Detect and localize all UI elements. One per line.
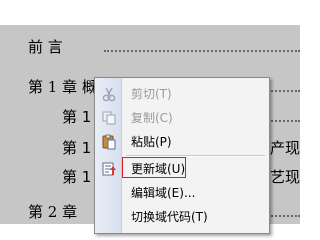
toc-chapter2-title[interactable]: 第 2 章 [28,201,77,222]
toc-leader-dots [268,90,300,92]
menu-item-label: 粘贴(P) [131,135,172,149]
menu-item-edit-field[interactable]: 编辑域(E)... [95,182,269,204]
menu-item-cut[interactable]: 剪切(T) [95,83,269,105]
context-menu: 剪切(T) 复制(C) 粘贴(P) 更新域(U) 编辑域(E)... 切换域代码… [94,77,270,234]
menu-item-label: 复制(C) [131,111,173,125]
toc-leader-dots [268,120,300,122]
toc-leader-dots [104,50,300,52]
toc-section-1[interactable]: 第 1 [62,106,91,127]
toc-section-3[interactable]: 第 1 [62,166,91,187]
toc-section-2[interactable]: 第 1 [62,137,91,158]
toc-leader-dots [268,215,300,217]
update-field-icon [101,161,117,177]
menu-item-label: 切换域代码(T) [131,210,208,224]
toc-section-3-tail: 艺现 [270,168,301,186]
scissors-icon [101,86,117,102]
menu-item-label: 编辑域(E)... [131,186,196,200]
menu-item-toggle-field-codes[interactable]: 切换域代码(T) [95,206,269,228]
update-field-callout-box [122,157,186,178]
menu-item-paste[interactable]: 粘贴(P) [95,131,269,153]
copy-icon [101,110,117,126]
toc-preface-title[interactable]: 前 言 [28,36,63,57]
menu-item-label: 剪切(T) [131,87,172,101]
paste-icon [101,134,117,150]
menu-item-copy[interactable]: 复制(C) [95,107,269,129]
toc-section-2-tail: 产现 [270,139,301,157]
